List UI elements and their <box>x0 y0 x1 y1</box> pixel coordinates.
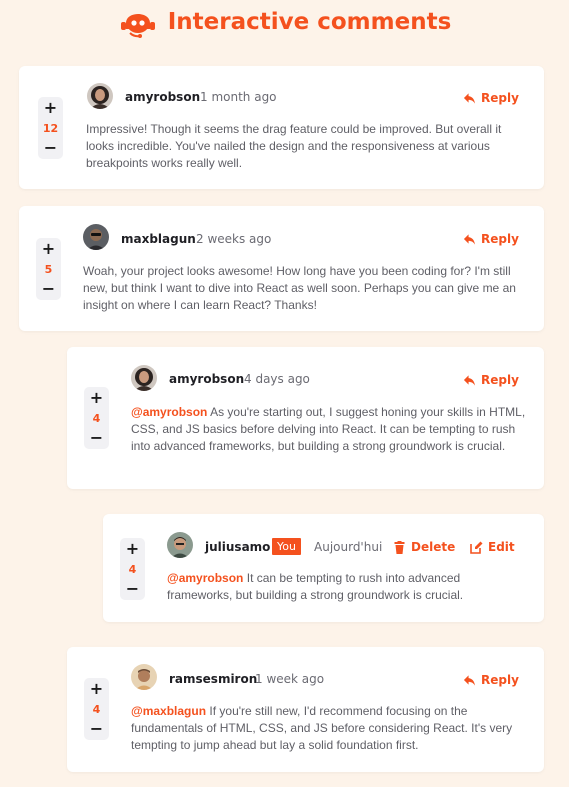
upvote-button[interactable]: + <box>42 241 55 257</box>
reply-button[interactable]: Reply <box>463 673 519 687</box>
vote-control: + 4 − <box>120 538 145 600</box>
reply-button[interactable]: Reply <box>463 91 519 105</box>
timestamp: 1 week ago <box>255 672 325 686</box>
reply-icon <box>463 374 476 387</box>
support-agent-icon <box>118 3 158 41</box>
score-value: 12 <box>42 121 59 135</box>
vote-control: + 4 − <box>84 678 109 740</box>
vote-control: + 4 − <box>84 387 109 449</box>
username[interactable]: amyrobson <box>169 372 244 386</box>
username[interactable]: maxblagun <box>121 232 196 246</box>
reply-icon <box>463 233 476 246</box>
downvote-button[interactable]: − <box>90 721 103 737</box>
username[interactable]: ramsesmiron <box>169 672 257 686</box>
upvote-button[interactable]: + <box>126 541 139 557</box>
you-badge: You <box>272 538 301 555</box>
reply-label: Reply <box>481 91 519 105</box>
timestamp: 1 month ago <box>200 90 277 104</box>
upvote-button[interactable]: + <box>44 100 57 116</box>
own-reply-card: + 4 − juliusamo You Aujourd'hui Delete E… <box>103 514 544 622</box>
downvote-button[interactable]: − <box>126 581 139 597</box>
timestamp: Aujourd'hui <box>314 540 383 554</box>
reply-button[interactable]: Reply <box>463 373 519 387</box>
score-value: 4 <box>92 411 101 425</box>
timestamp: 4 days ago <box>244 372 310 386</box>
timestamp: 2 weeks ago <box>196 232 272 246</box>
username[interactable]: amyrobson <box>125 90 200 104</box>
reply-label: Reply <box>481 673 519 687</box>
app-title: Interactive comments <box>167 9 452 35</box>
comment-text: @maxblagun If you're still new, I'd reco… <box>131 703 523 754</box>
reply-button[interactable]: Reply <box>463 232 519 246</box>
edit-icon <box>470 541 483 554</box>
edit-button[interactable]: Edit <box>470 540 515 554</box>
avatar[interactable] <box>87 83 113 109</box>
downvote-button[interactable]: − <box>42 281 55 297</box>
score-value: 5 <box>44 262 53 276</box>
reply-card: + 4 − amyrobson 4 days ago Reply @amyrob… <box>67 347 544 489</box>
comment-text: Woah, your project looks awesome! How lo… <box>83 264 516 312</box>
comment-card: + 5 − maxblagun 2 weeks ago Reply Woah, … <box>19 206 544 331</box>
avatar[interactable] <box>83 224 109 250</box>
score-value: 4 <box>92 702 101 716</box>
reply-label: Reply <box>481 373 519 387</box>
upvote-button[interactable]: + <box>90 390 103 406</box>
avatar[interactable] <box>131 664 157 690</box>
vote-control: + 12 − <box>38 97 63 159</box>
comment-text: Impressive! Though it seems the drag fea… <box>86 122 502 170</box>
mention-link[interactable]: @amyrobson <box>131 405 207 419</box>
downvote-button[interactable]: − <box>44 140 57 156</box>
mention-link[interactable]: @amyrobson <box>167 571 243 585</box>
comment-text: @amyrobson As you're starting out, I sug… <box>131 404 526 455</box>
trash-icon <box>393 540 406 554</box>
reply-icon <box>463 92 476 105</box>
reply-card: + 4 − ramsesmiron 1 week ago Reply @maxb… <box>67 647 544 772</box>
avatar[interactable] <box>167 532 193 558</box>
score-value: 4 <box>128 562 137 576</box>
downvote-button[interactable]: − <box>90 430 103 446</box>
vote-control: + 5 − <box>36 238 61 300</box>
comment-text: @amyrobson It can be tempting to rush in… <box>167 570 497 604</box>
username[interactable]: juliusamo <box>205 540 270 554</box>
avatar[interactable] <box>131 365 157 391</box>
mention-link[interactable]: @maxblagun <box>131 704 206 718</box>
reply-icon <box>463 674 476 687</box>
upvote-button[interactable]: + <box>90 681 103 697</box>
delete-button[interactable]: Delete <box>393 540 455 554</box>
reply-label: Reply <box>481 232 519 246</box>
comment-card: + 12 − amyrobson 1 month ago Reply Impre… <box>19 66 544 189</box>
delete-label: Delete <box>411 540 456 554</box>
app-header: Interactive comments <box>0 3 569 41</box>
edit-label: Edit <box>488 540 515 554</box>
